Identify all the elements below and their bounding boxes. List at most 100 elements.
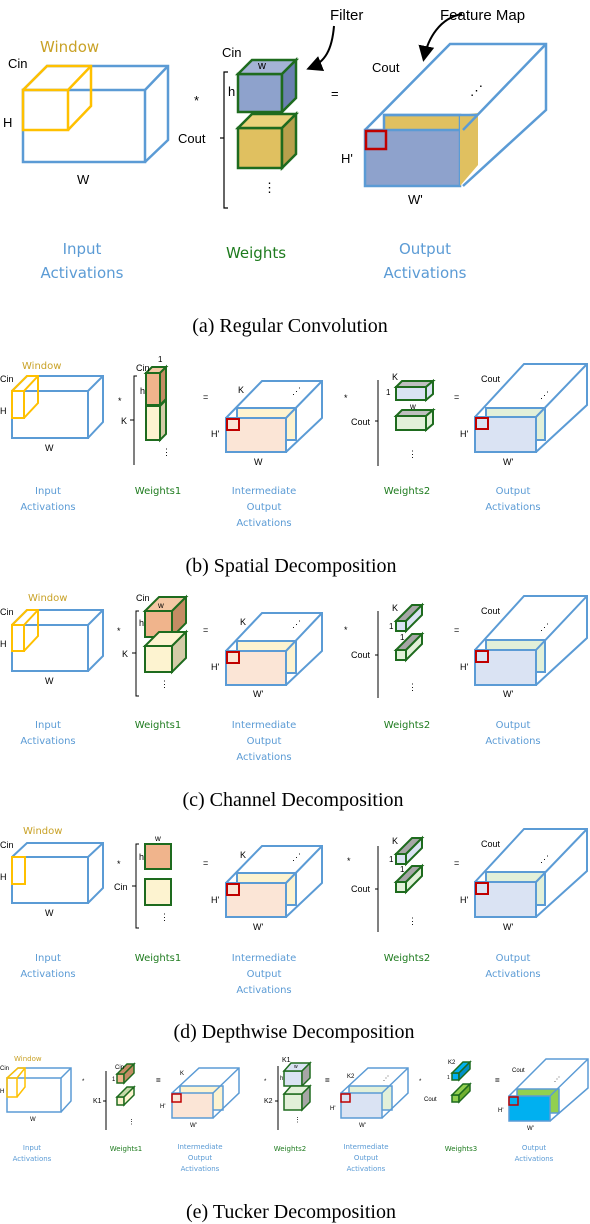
weights1-dots: ⋮ (160, 912, 169, 922)
output-cout-label: Cout (481, 606, 501, 616)
output-cout-label: Cout (481, 839, 501, 849)
weights2-cout-label: Cout (351, 884, 371, 894)
inter1-caption-line3: Activations (181, 1165, 220, 1173)
filter-callout: Filter (330, 7, 363, 24)
conv-equals-2: = (325, 1076, 330, 1085)
conv-operator: * (118, 396, 122, 406)
inter-w-label: W' (253, 922, 263, 932)
conv-equals-2: = (454, 392, 459, 402)
window-label: Window (28, 593, 67, 604)
conv-equals-1: = (203, 392, 208, 402)
inter2-caption-line3: Activations (347, 1165, 386, 1173)
weights2-bracket (375, 611, 379, 698)
input-cin-label: Cin (0, 607, 14, 617)
inter-dots: ⋰ (292, 852, 301, 862)
panel-d: Window Cin H W Input Activations * w h C… (0, 826, 588, 1043)
weights2-dots: ⋮ (294, 1117, 301, 1124)
weights2-k1-label: K1 (282, 1057, 291, 1064)
conv-equals-2: = (454, 625, 459, 635)
output-cout-label: Cout (512, 1068, 525, 1074)
output-caption-line2: Activations (485, 736, 540, 747)
weights1-filters (142, 594, 189, 675)
inter1-caption-line1: Intermediate (177, 1143, 222, 1151)
weights1-caption: Weights1 (135, 953, 181, 964)
output-caption-line1: Output (496, 486, 531, 497)
weights3-k2-label: K2 (448, 1060, 456, 1066)
conv-equals-1: = (156, 1076, 161, 1085)
panel-c-caption: (c) Channel Decomposition (182, 789, 403, 811)
output-w-label: W' (503, 457, 513, 467)
output-w-label: W' (503, 689, 513, 699)
weights3-cout-label: Cout (424, 1097, 437, 1103)
weights2-w-label: w (409, 402, 416, 411)
weights1-caption: Weights1 (135, 720, 181, 731)
weights2-cout-label: Cout (351, 650, 371, 660)
inter-k-label: K (240, 850, 246, 860)
input-w-label: W (77, 172, 90, 187)
conv-operator-2: * (344, 625, 348, 635)
output-caption-line1: Output (496, 720, 531, 731)
conv-equals-3: = (495, 1076, 500, 1085)
decomposition-figure: Window Cin H W Input Activations * Cin w… (0, 7, 589, 1223)
conv-equals-1: = (203, 858, 208, 868)
input-caption-line2: Activations (20, 502, 75, 513)
input-activations-box (11, 375, 104, 439)
weights3-caption: Weights3 (445, 1145, 478, 1153)
window-cube (11, 375, 39, 419)
output-w-label: W' (527, 1126, 534, 1132)
feature-map-callout: Feature Map (440, 7, 525, 24)
output-caption-line2: Activations (485, 969, 540, 980)
input-caption-line2: Activations (41, 264, 124, 282)
weights-w-label: w (257, 60, 266, 72)
inter-w-label: W' (253, 689, 263, 699)
inter-caption-line2: Output (247, 969, 282, 980)
weights1-depthwise-filters (144, 843, 172, 906)
input-cin-label: Cin (0, 840, 14, 850)
weights2-one-label: 1 (386, 388, 391, 397)
input-w-label: W (45, 443, 54, 453)
weights1-caption: Weights1 (110, 1145, 143, 1153)
weights2-h-label: h (280, 1076, 283, 1082)
input-caption-line2: Activations (20, 736, 75, 747)
weights1-column-filter (143, 364, 169, 443)
conv-operator-1: * (82, 1079, 85, 1085)
output-cout-label: Cout (481, 374, 501, 384)
inter-caption-line1: Intermediate (232, 486, 297, 497)
filter-arrow (306, 25, 335, 71)
input-h-label: H (0, 406, 7, 416)
input-cin-label: Cin (0, 374, 14, 384)
filter-cube-2 (234, 110, 300, 172)
input-h-label: H (0, 1089, 4, 1095)
weights2-k2-label: K2 (264, 1098, 273, 1105)
panel-b: Window Cin H W Input Activations * 1 Cin… (0, 355, 588, 577)
weights2-caption: Weights2 (384, 486, 430, 497)
inter-caption-line2: Output (247, 736, 282, 747)
panel-a: Window Cin H W Input Activations * Cin w… (3, 7, 548, 337)
weights2-one-b-label: 1 (400, 865, 405, 874)
conv-operator-2: * (264, 1079, 267, 1085)
weights2-one-b-label: 1 (400, 633, 405, 642)
weights1-cin-label: Cin (115, 1065, 124, 1071)
weights-caption: Weights (226, 244, 286, 262)
weights2-k-label: K (392, 836, 398, 846)
weights1-cin-label: Cin (136, 593, 150, 603)
weights1-h-label: h (140, 386, 145, 396)
weights2-caption: Weights2 (384, 953, 430, 964)
output-h-label: H' (460, 895, 468, 905)
weights1-bracket (103, 1071, 107, 1130)
inter2-k2-label: K2 (347, 1074, 355, 1080)
inter1-w-label: W' (190, 1123, 197, 1129)
input-w-label: W (45, 676, 54, 686)
window-label: Window (40, 38, 99, 56)
inter-h-label: H' (211, 429, 219, 439)
inter-caption-line2: Output (247, 502, 282, 513)
inter-dots: ⋰ (292, 619, 301, 629)
inter2-caption-line1: Intermediate (343, 1143, 388, 1151)
input-h-label: H (0, 872, 7, 882)
weights1-cin-label: Cin (114, 882, 128, 892)
output-caption-line2: Activations (515, 1155, 554, 1163)
input-cin-label: Cin (0, 1066, 9, 1072)
inter-k-label: K (238, 385, 244, 395)
output-cout-label: Cout (372, 60, 400, 75)
inter-h-label: H' (211, 895, 219, 905)
